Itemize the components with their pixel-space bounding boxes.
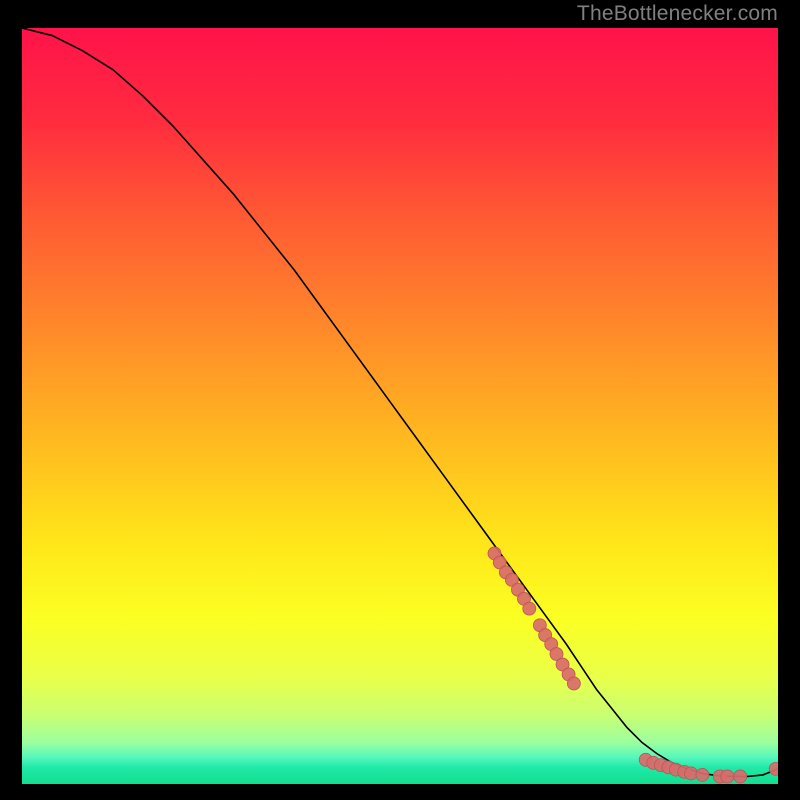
chart-background [22,28,778,784]
chart-area [22,28,778,784]
data-point [523,602,536,615]
attribution-text: TheBottlenecker.com [577,2,778,26]
data-point [567,677,580,690]
data-point [685,767,698,780]
data-point [734,770,747,783]
data-point [696,768,709,781]
data-point [769,762,778,775]
data-point [721,770,734,783]
